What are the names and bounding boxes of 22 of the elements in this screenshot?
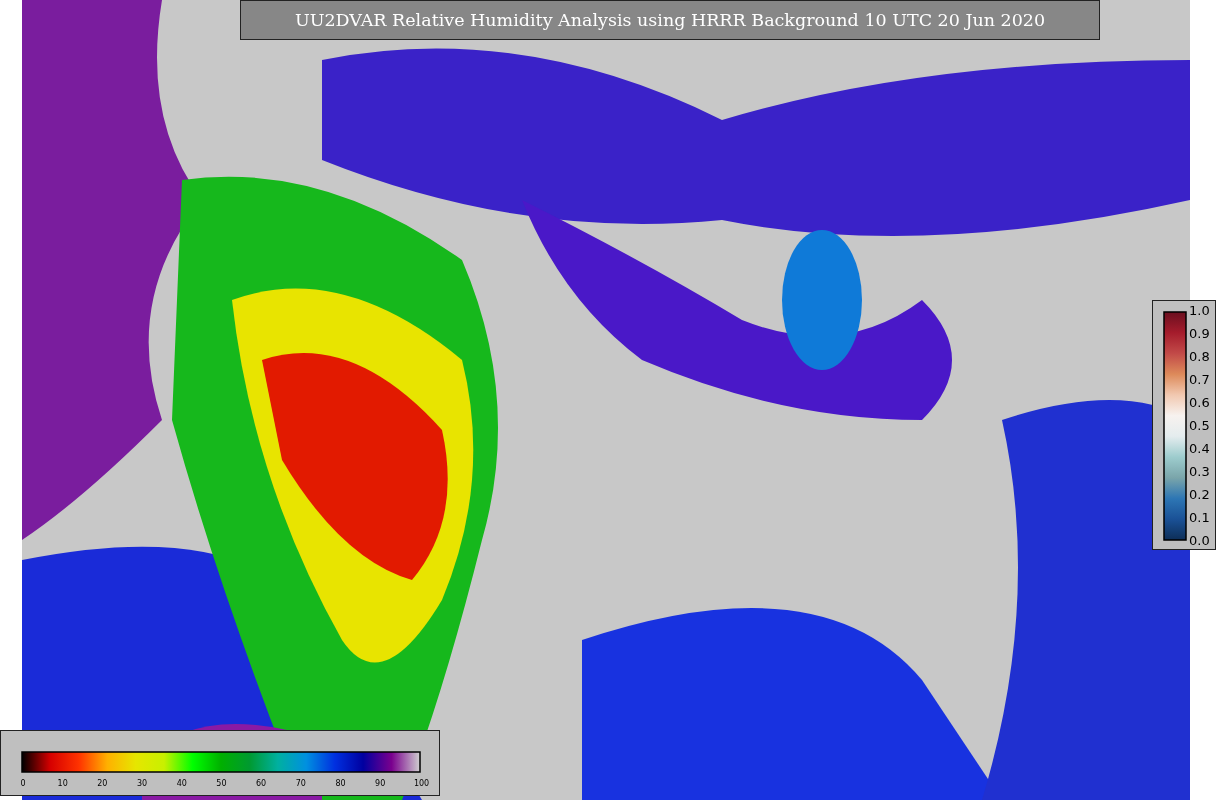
tick-label: 0.1 bbox=[1189, 509, 1210, 527]
tick-label: 70 bbox=[294, 779, 307, 788]
tick-label: 0.8 bbox=[1189, 348, 1210, 366]
tick-label: 0 bbox=[19, 779, 27, 788]
tick-label: 80 bbox=[334, 779, 347, 788]
tick-label: 40 bbox=[175, 779, 188, 788]
tick-label: 10 bbox=[56, 779, 69, 788]
tick-label: 1.0 bbox=[1189, 302, 1210, 320]
tick-label: 30 bbox=[136, 779, 149, 788]
tick-label: 0.6 bbox=[1189, 394, 1210, 412]
tick-label: 0.4 bbox=[1189, 440, 1210, 458]
tick-label: 0.9 bbox=[1189, 325, 1210, 343]
map-title: UU2DVAR Relative Humidity Analysis using HRRR Background 10 UTC 20 Jun 2020 bbox=[240, 0, 1100, 40]
tick-label: 90 bbox=[374, 779, 387, 788]
tick-label: 0.2 bbox=[1189, 486, 1210, 504]
tick-label: 60 bbox=[255, 779, 268, 788]
tick-label: 0.0 bbox=[1189, 532, 1210, 550]
tick-label: 0.5 bbox=[1189, 417, 1210, 435]
tick-label: 0.7 bbox=[1189, 371, 1210, 389]
tick-label: 20 bbox=[96, 779, 109, 788]
tick-label: 0.3 bbox=[1189, 463, 1210, 481]
tick-label: 50 bbox=[215, 779, 228, 788]
